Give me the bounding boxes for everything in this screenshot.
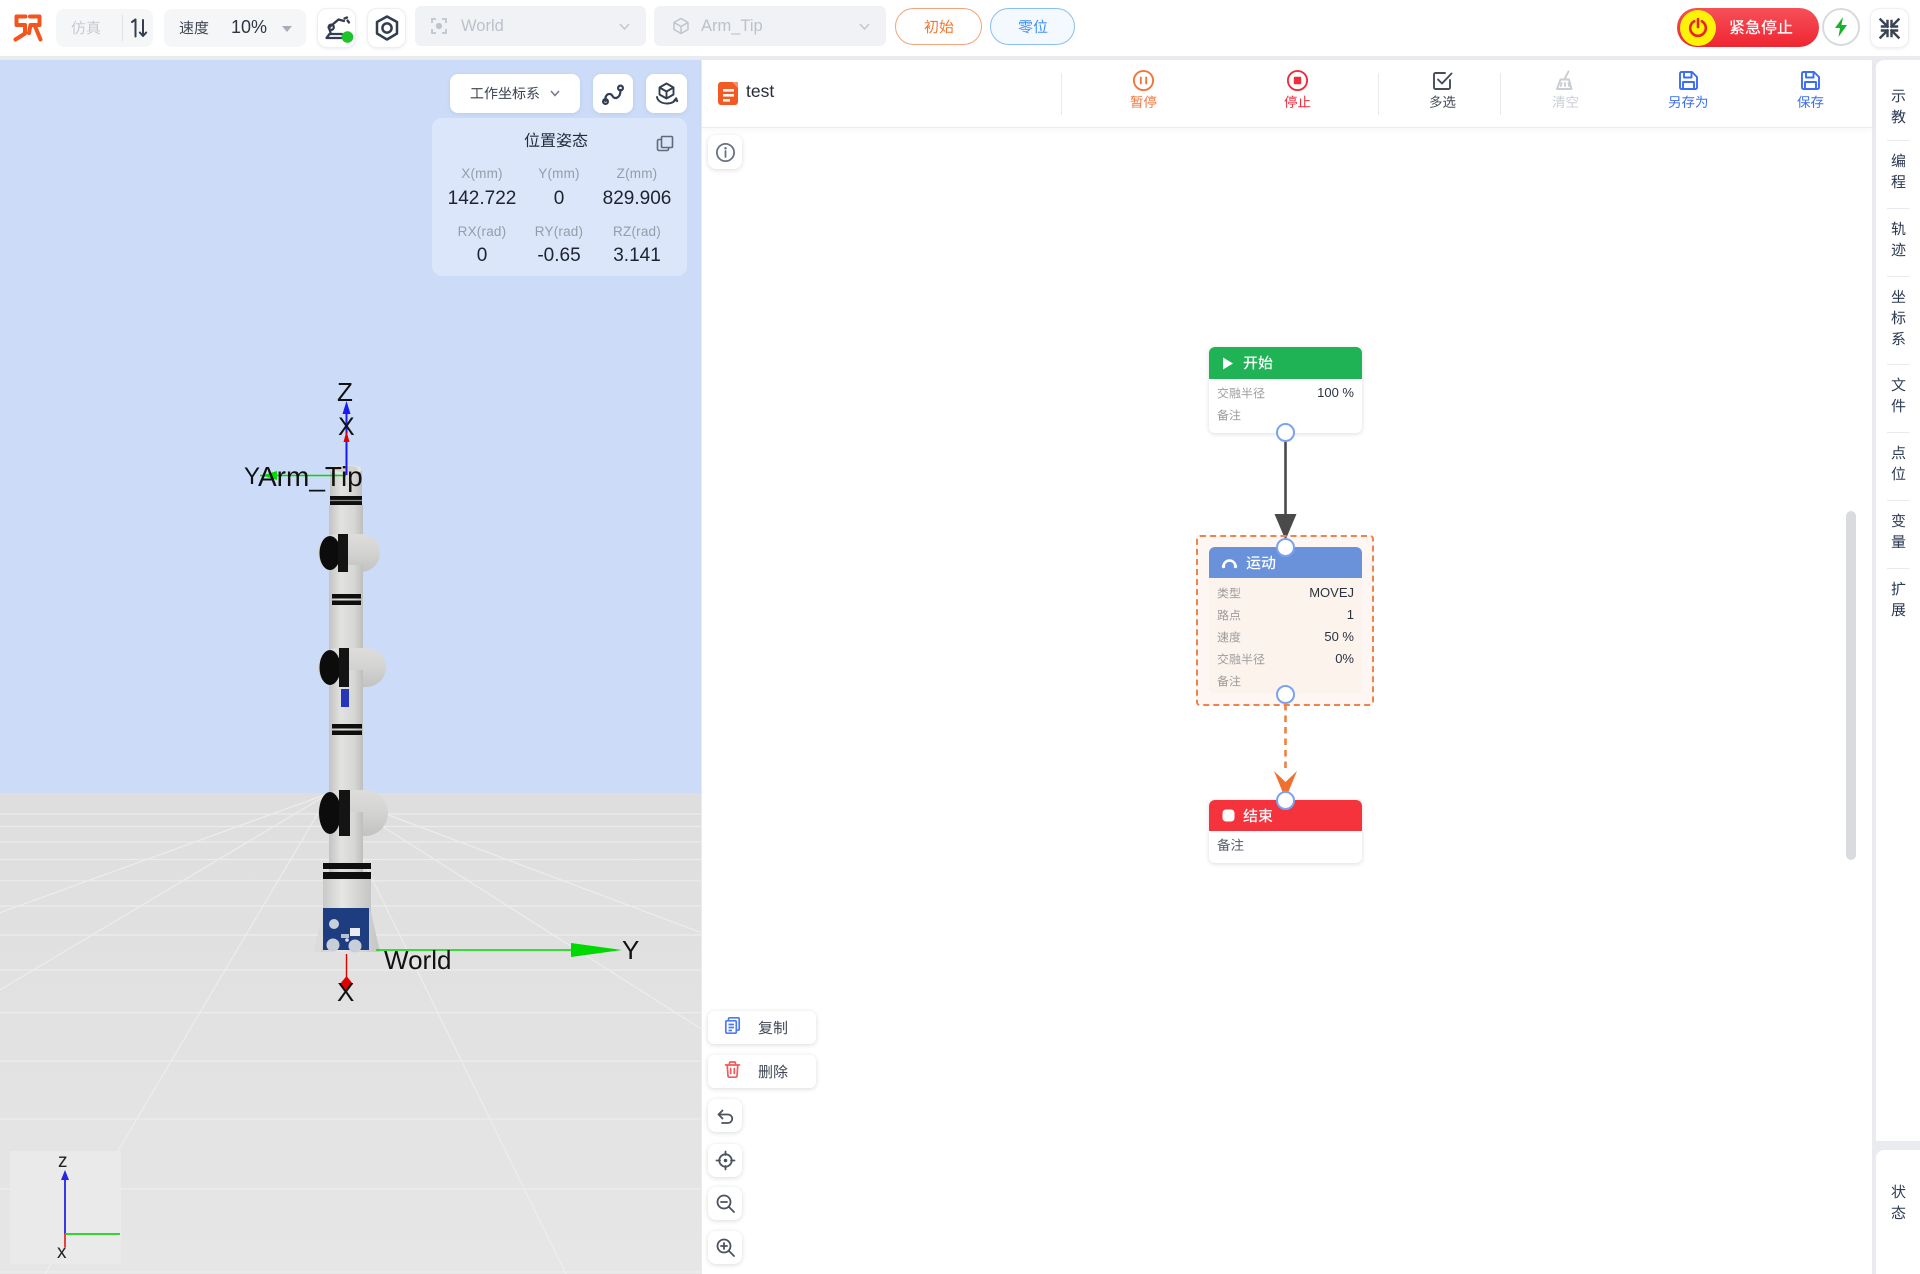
- svg-text:X: X: [337, 977, 354, 1007]
- svg-text:Z: Z: [337, 377, 353, 407]
- svg-text:x: x: [57, 1242, 67, 1263]
- svg-text:Y: Y: [622, 935, 639, 965]
- svg-text:z: z: [58, 1151, 68, 1172]
- svg-text:World: World: [384, 945, 451, 975]
